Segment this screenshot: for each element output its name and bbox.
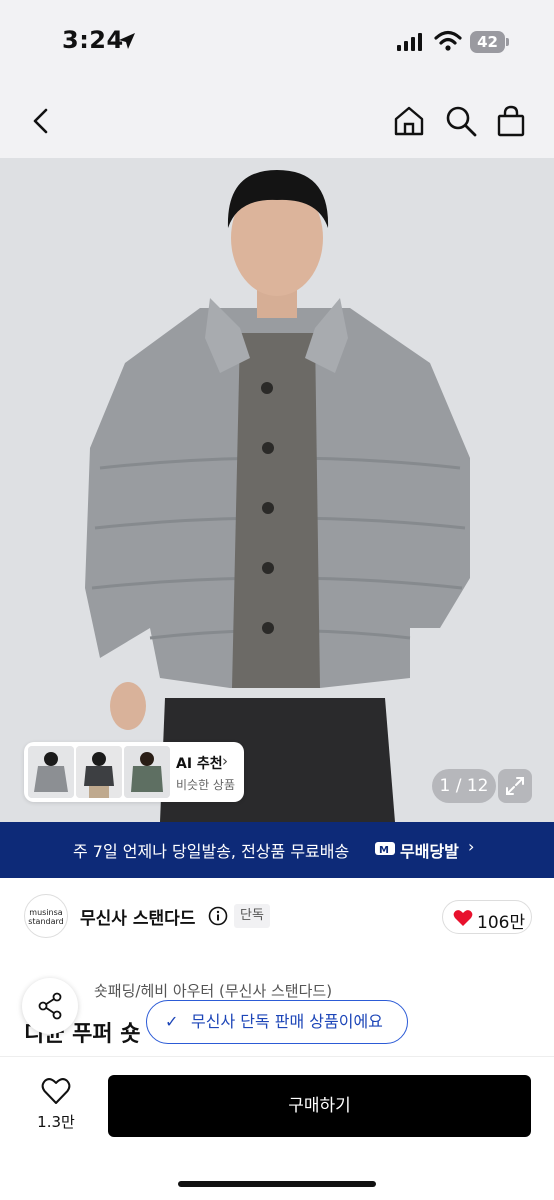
heart-filled-icon xyxy=(453,910,473,926)
toast-text: 무신사 단독 판매 상품이에요 xyxy=(191,1012,383,1031)
exclusive-toast: ✓ 무신사 단독 판매 상품이에요 xyxy=(146,1000,408,1044)
battery-indicator: 42 xyxy=(470,31,510,53)
product-image-gallery[interactable]: AI 추천 › 비슷한 상품 1 / 12 xyxy=(0,158,554,822)
exclusive-tag: 단독 xyxy=(234,904,270,928)
category-text: 숏패딩/헤비 아우터 (무신사 스탠다드) xyxy=(94,982,333,1000)
brand-row: musinsa standard 무신사 스탠다드 단독 106만 xyxy=(0,878,554,954)
product-photo xyxy=(0,158,554,822)
ai-recommend-title: AI 추천 xyxy=(176,756,223,772)
share-icon xyxy=(38,992,62,1020)
shopping-bag-icon[interactable] xyxy=(494,104,528,138)
home-icon[interactable] xyxy=(392,104,426,138)
recommend-thumb-3[interactable] xyxy=(124,746,170,798)
promo-text: 주 7일 언제나 당일발송, 전상품 무료배송 xyxy=(73,842,350,861)
brand-like-button[interactable]: 106만 xyxy=(442,900,532,934)
share-button[interactable] xyxy=(22,978,78,1034)
image-counter: 1 / 12 xyxy=(432,769,496,803)
app-header xyxy=(0,84,554,158)
brand-logo[interactable]: musinsa standard xyxy=(24,894,68,938)
recommend-thumb-2[interactable] xyxy=(76,746,122,798)
ai-recommend-subtitle: 비슷한 상품 xyxy=(176,778,236,792)
heart-outline-icon xyxy=(41,1078,71,1104)
wifi-icon xyxy=(434,30,462,51)
brand-like-count: 106만 xyxy=(477,913,526,933)
info-icon[interactable] xyxy=(208,906,228,926)
buy-button[interactable]: 구매하기 xyxy=(108,1075,531,1137)
battery-level: 42 xyxy=(470,31,505,53)
delivery-truck-icon: M xyxy=(375,842,395,856)
back-icon[interactable] xyxy=(24,104,58,138)
check-icon: ✓ xyxy=(165,1012,179,1031)
expand-image-button[interactable] xyxy=(498,769,532,803)
home-indicator xyxy=(178,1181,376,1187)
search-icon[interactable] xyxy=(444,104,478,138)
location-arrow-icon xyxy=(119,33,135,49)
chevron-right-icon: › xyxy=(468,837,475,856)
battery-cap xyxy=(506,38,509,46)
status-time: 3:24 xyxy=(62,26,124,54)
brand-logo-line1: musinsa xyxy=(29,908,63,917)
wishlist-button[interactable]: 1.3만 xyxy=(30,1075,82,1135)
svg-text:M: M xyxy=(379,845,389,856)
expand-icon xyxy=(506,777,524,795)
cellular-signal-icon xyxy=(397,33,422,51)
delivery-promo-banner[interactable]: 주 7일 언제나 당일발송, 전상품 무료배송 M 무배당발 › xyxy=(0,822,554,878)
brand-name[interactable]: 무신사 스탠다드 xyxy=(80,904,195,929)
chevron-right-icon: › xyxy=(222,752,228,770)
bottom-action-bar: 1.3만 구매하기 xyxy=(0,1056,554,1200)
promo-badge: 무배당발 xyxy=(400,842,459,861)
brand-logo-line2: standard xyxy=(28,917,64,926)
ai-recommend-card[interactable]: AI 추천 › 비슷한 상품 xyxy=(24,742,244,802)
recommend-thumb-1[interactable] xyxy=(28,746,74,798)
status-bar: 3:24 42 xyxy=(0,0,554,84)
wishlist-count: 1.3만 xyxy=(37,1113,75,1131)
